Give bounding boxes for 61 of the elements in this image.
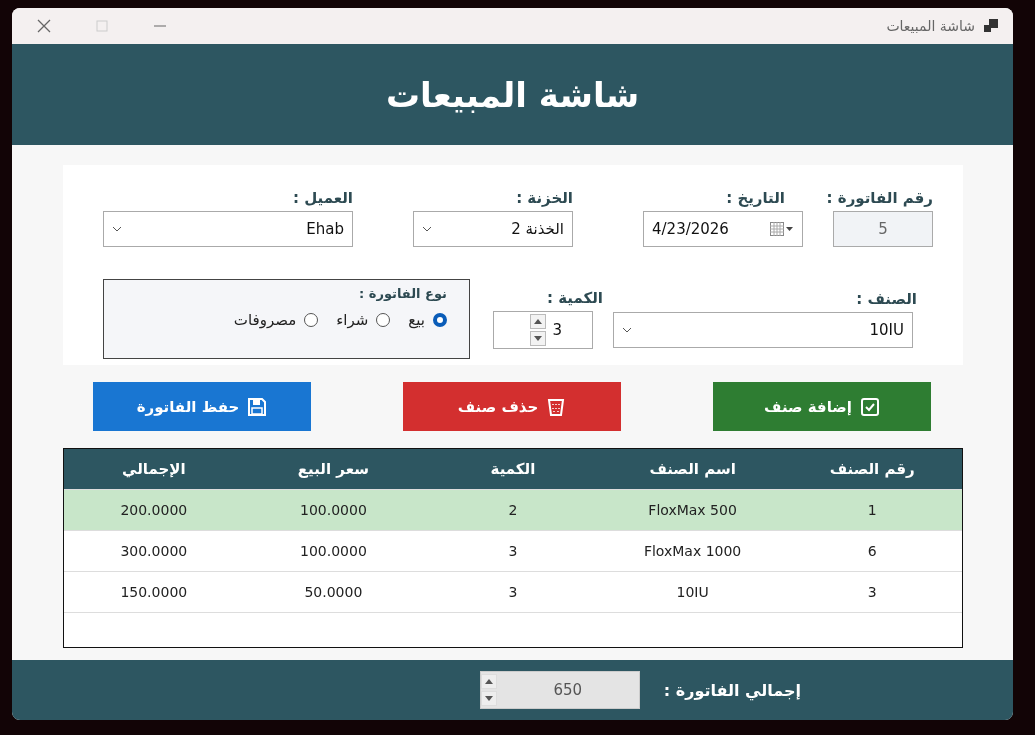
- save-invoice-button[interactable]: حفظ الفاتورة: [93, 382, 311, 431]
- window-title: شاشة المبيعات: [886, 18, 975, 34]
- table-cell-text: 3: [507, 583, 519, 602]
- field-label: التاريخ :: [726, 189, 785, 207]
- table-cell-text: 150.0000: [119, 583, 189, 602]
- item-dropdown[interactable]: 10IU: [613, 312, 913, 348]
- field-label: الكمية :: [547, 289, 603, 307]
- spin-up-button[interactable]: [530, 314, 547, 329]
- table-cell-text: 200.0000: [119, 501, 189, 520]
- column-header: رقم الصنف: [828, 459, 916, 480]
- table-cell-text: FloxMax 500: [647, 501, 738, 520]
- group-label: نوع الفاتورة :: [359, 286, 447, 301]
- quantity-field[interactable]: 3: [493, 311, 593, 349]
- invoice-total-label: إجمالي الفاتورة :: [663, 680, 801, 700]
- chevron-down-icon[interactable]: [622, 327, 632, 333]
- up-arrow-icon: [534, 319, 543, 324]
- table-cell-text: 3: [866, 583, 878, 602]
- table-cell-text: 10IU: [675, 583, 710, 602]
- up-arrow-icon: [484, 679, 493, 684]
- table-cell-text: 1: [866, 501, 878, 520]
- radio-icon[interactable]: [376, 313, 391, 327]
- field-label: العميل :: [292, 189, 353, 207]
- spin-down-button[interactable]: [480, 691, 497, 706]
- column-header: سعر البيع: [296, 459, 370, 480]
- column-header: الكمية: [489, 459, 537, 480]
- checkbox-icon: [859, 396, 880, 417]
- table-cell-text: 3: [507, 542, 519, 561]
- down-arrow-icon: [484, 696, 493, 701]
- radio-option[interactable]: شراء: [336, 311, 391, 329]
- radio-option[interactable]: مصروفات: [233, 311, 319, 329]
- column-header: اسم الصنف: [648, 459, 737, 480]
- calendar-icon[interactable]: [770, 222, 794, 236]
- spin-down-button[interactable]: [530, 331, 547, 346]
- column-header: الإجمالي: [121, 459, 187, 480]
- table-cell-text: 6: [866, 542, 878, 561]
- delete-item-button[interactable]: حذف صنف: [403, 382, 621, 431]
- add-item-button[interactable]: إضافة صنف: [713, 382, 931, 431]
- trash-icon: [546, 396, 567, 417]
- chevron-down-icon[interactable]: [422, 226, 432, 232]
- table-cell-text: 100.0000: [299, 542, 368, 561]
- customer-dropdown[interactable]: Ehab: [103, 211, 353, 247]
- page-title: شاشة المبيعات: [385, 74, 640, 115]
- field-label: الصنف :: [856, 290, 917, 308]
- chevron-down-icon[interactable]: [112, 226, 122, 232]
- invoice-number-field[interactable]: 5: [833, 211, 933, 247]
- table-cell-text: 100.0000: [299, 501, 368, 520]
- invoice-total-field[interactable]: 650: [479, 671, 640, 709]
- spin-up-button[interactable]: [480, 674, 497, 689]
- field-label: الخزنة :: [516, 189, 573, 207]
- date-picker[interactable]: 4/23/2026: [643, 211, 803, 247]
- table-cell-text: FloxMax 1000: [642, 542, 743, 561]
- treasury-dropdown[interactable]: الخذنة 2: [413, 211, 573, 247]
- radio-option[interactable]: بيع: [408, 311, 447, 329]
- table-cell-text: 300.0000: [119, 542, 189, 561]
- radio-icon[interactable]: [433, 313, 447, 327]
- down-arrow-icon: [534, 336, 543, 341]
- table-cell-text: 2: [507, 501, 519, 520]
- field-label: رقم الفاتورة :: [826, 189, 933, 207]
- table-cell-text: 50.0000: [303, 583, 364, 602]
- radio-icon[interactable]: [304, 313, 319, 327]
- app-icon: [983, 18, 999, 34]
